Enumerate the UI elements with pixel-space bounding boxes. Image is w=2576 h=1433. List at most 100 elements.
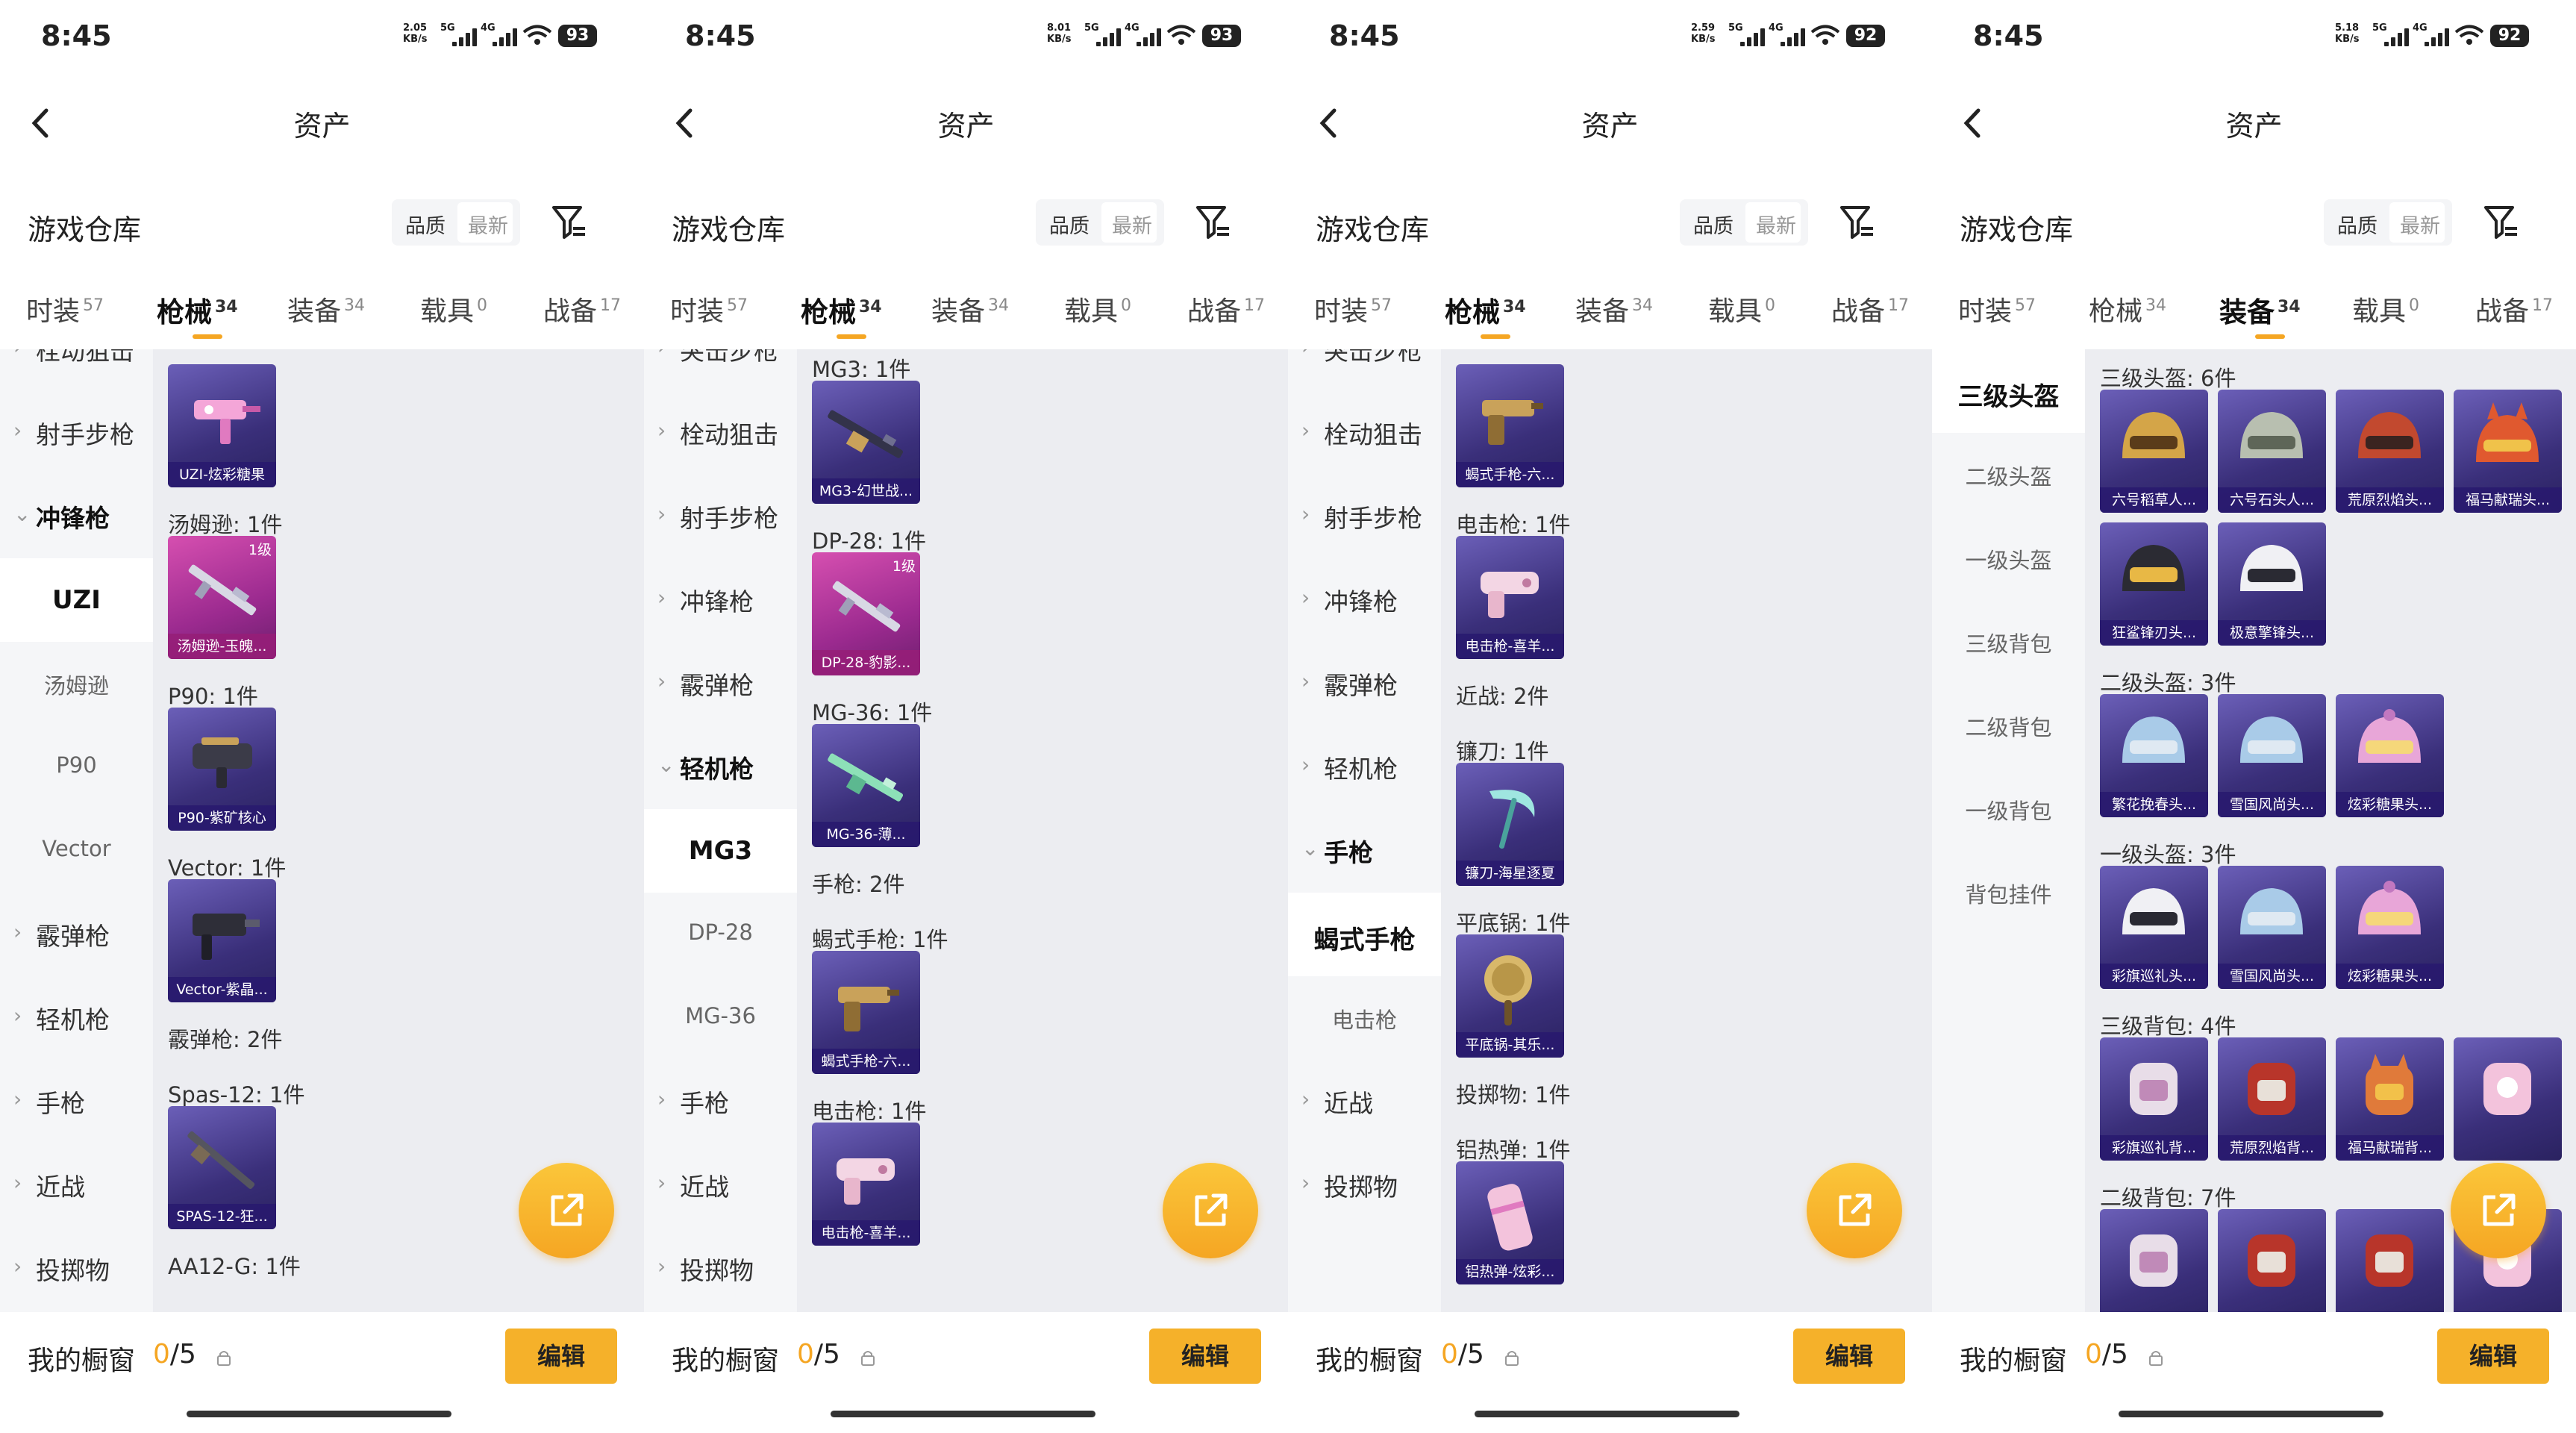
tab-2[interactable]: 装备 34 (287, 290, 365, 328)
item-card[interactable]: 雪国风尚头... (2218, 866, 2326, 989)
sort-newest-button[interactable]: 最新 (1756, 210, 1796, 239)
item-card[interactable]: 电击枪-喜羊... (812, 1123, 920, 1246)
edit-button[interactable]: 编辑 (1149, 1329, 1261, 1384)
sidebar-item[interactable]: › 手枪 (644, 1060, 797, 1143)
sidebar-item[interactable]: 一级背包 (1932, 767, 2085, 851)
sort-quality-button[interactable]: 品质 (1693, 210, 1734, 239)
sidebar-item[interactable]: 二级背包 (1932, 684, 2085, 767)
sidebar-item[interactable]: › 投掷物 (0, 1227, 153, 1311)
share-button[interactable] (1807, 1163, 1902, 1258)
sort-newest-button[interactable]: 最新 (468, 210, 508, 239)
sidebar-item[interactable]: › 近战 (1288, 1060, 1441, 1143)
item-card[interactable] (2336, 1209, 2444, 1312)
filter-icon[interactable] (551, 203, 588, 242)
sidebar-item[interactable]: › 近战 (0, 1143, 153, 1227)
item-card[interactable]: 荒原烈焰背... (2218, 1037, 2326, 1161)
item-card[interactable] (2218, 1209, 2326, 1312)
sidebar-item[interactable]: › 霰弹枪 (644, 642, 797, 725)
home-indicator[interactable] (1475, 1411, 1739, 1417)
sidebar-item[interactable]: 三级背包 (1932, 600, 2085, 684)
item-card[interactable]: 1级 汤姆逊-玉魄... (168, 536, 276, 659)
item-card[interactable]: 炫彩糖果头... (2336, 694, 2444, 817)
tab-1[interactable]: 枪械 34 (157, 290, 238, 330)
item-card[interactable]: MG3-幻世战... (812, 381, 920, 504)
tab-4[interactable]: 战备 17 (1831, 290, 1909, 328)
sort-newest-button[interactable]: 最新 (2400, 210, 2440, 239)
item-card[interactable]: 福马献瑞背... (2336, 1037, 2444, 1161)
sidebar-item[interactable]: › 冲锋枪 (1288, 558, 1441, 642)
item-card[interactable]: 彩旗巡礼头... (2100, 866, 2208, 989)
filter-icon[interactable] (1195, 203, 1232, 242)
sidebar-item[interactable]: ⌄ 冲锋枪 (0, 475, 153, 558)
item-card[interactable]: P90-紫矿核心 (168, 708, 276, 831)
sidebar-item[interactable]: Vector (0, 809, 153, 893)
sort-quality-button[interactable]: 品质 (1049, 210, 1090, 239)
share-button[interactable] (1163, 1163, 1258, 1258)
home-indicator[interactable] (2119, 1411, 2383, 1417)
sidebar-item[interactable]: 背包挂件 (1932, 851, 2085, 934)
item-card[interactable]: 极意擎锋头... (2218, 522, 2326, 646)
item-card[interactable]: 蝎式手枪-六... (812, 951, 920, 1074)
item-card[interactable]: 铝热弹-炫彩... (1456, 1161, 1564, 1284)
item-card[interactable]: 1级 DP-28-豹影... (812, 552, 920, 675)
sidebar-item[interactable]: P90 (0, 725, 153, 809)
item-card[interactable]: 福马献瑞头... (2454, 390, 2562, 513)
sidebar-item[interactable]: › 射手步枪 (644, 475, 797, 558)
item-card[interactable]: MG-36-薄... (812, 724, 920, 847)
tab-2[interactable]: 装备 34 (931, 290, 1009, 328)
item-card[interactable] (2454, 1037, 2562, 1161)
sidebar-item[interactable]: MG-36 (644, 976, 797, 1060)
sidebar-item[interactable]: ⌄ 手枪 (1288, 809, 1441, 893)
sidebar-item[interactable]: › 突击步枪 (1288, 349, 1441, 391)
tab-4[interactable]: 战备 17 (1187, 290, 1265, 328)
tab-3[interactable]: 载具 0 (1064, 290, 1131, 328)
sidebar-item[interactable]: › 霰弹枪 (1288, 642, 1441, 725)
item-card[interactable]: 炫彩糖果头... (2336, 866, 2444, 989)
share-button[interactable] (519, 1163, 614, 1258)
tab-3[interactable]: 载具 0 (1708, 290, 1775, 328)
sidebar-item[interactable]: ⌄ 轻机枪 (644, 725, 797, 809)
item-card[interactable]: 繁花挽春头... (2100, 694, 2208, 817)
sidebar-item[interactable]: › 投掷物 (1288, 1143, 1441, 1227)
share-button[interactable] (2451, 1163, 2546, 1258)
sidebar-item[interactable]: › 冲锋枪 (644, 558, 797, 642)
filter-icon[interactable] (2483, 203, 2520, 242)
sort-quality-button[interactable]: 品质 (2337, 210, 2378, 239)
item-card[interactable]: 荒原烈焰头... (2336, 390, 2444, 513)
sidebar-item[interactable]: › 栓动狙击 (0, 349, 153, 391)
sidebar-item[interactable]: › 霰弹枪 (0, 893, 153, 976)
item-card[interactable]: UZI-炫彩糖果 (168, 364, 276, 487)
item-card[interactable]: 电击枪-喜羊... (1456, 536, 1564, 659)
tab-3[interactable]: 载具 0 (420, 290, 487, 328)
home-indicator[interactable] (187, 1411, 451, 1417)
item-card[interactable]: Vector-紫晶... (168, 879, 276, 1002)
item-card[interactable]: 狂鲨锋刃头... (2100, 522, 2208, 646)
sidebar-item[interactable]: 蝎式手枪 (1288, 893, 1441, 976)
tab-0[interactable]: 时装 57 (1958, 290, 2036, 328)
sidebar-item[interactable]: 二级头盔 (1932, 433, 2085, 516)
sidebar-item[interactable]: 汤姆逊 (0, 642, 153, 725)
sidebar-item[interactable]: 电击枪 (1288, 976, 1441, 1060)
sidebar-item[interactable]: › 射手步枪 (1288, 475, 1441, 558)
edit-button[interactable]: 编辑 (1793, 1329, 1905, 1384)
tab-2[interactable]: 装备 34 (1575, 290, 1653, 328)
tab-1[interactable]: 枪械 34 (801, 290, 882, 330)
filter-icon[interactable] (1839, 203, 1876, 242)
sidebar-item[interactable]: › 轻机枪 (1288, 725, 1441, 809)
item-card[interactable]: 彩旗巡礼背... (2100, 1037, 2208, 1161)
tab-4[interactable]: 战备 17 (543, 290, 621, 328)
home-indicator[interactable] (831, 1411, 1095, 1417)
sidebar-item[interactable]: › 栓动狙击 (644, 391, 797, 475)
sidebar-item[interactable]: › 射手步枪 (0, 391, 153, 475)
tab-4[interactable]: 战备 17 (2475, 290, 2553, 328)
item-card[interactable]: SPAS-12-狂... (168, 1106, 276, 1229)
sidebar-item[interactable]: 三级头盔 (1932, 349, 2085, 433)
sidebar-item[interactable]: › 轻机枪 (0, 976, 153, 1060)
sidebar-item[interactable]: › 投掷物 (644, 1227, 797, 1311)
item-card[interactable] (2100, 1209, 2208, 1312)
item-card[interactable]: 平底锅-其乐... (1456, 934, 1564, 1058)
tab-3[interactable]: 载具 0 (2352, 290, 2419, 328)
sidebar-item[interactable]: › 近战 (644, 1143, 797, 1227)
sidebar-item[interactable]: › 栓动狙击 (1288, 391, 1441, 475)
edit-button[interactable]: 编辑 (2437, 1329, 2549, 1384)
